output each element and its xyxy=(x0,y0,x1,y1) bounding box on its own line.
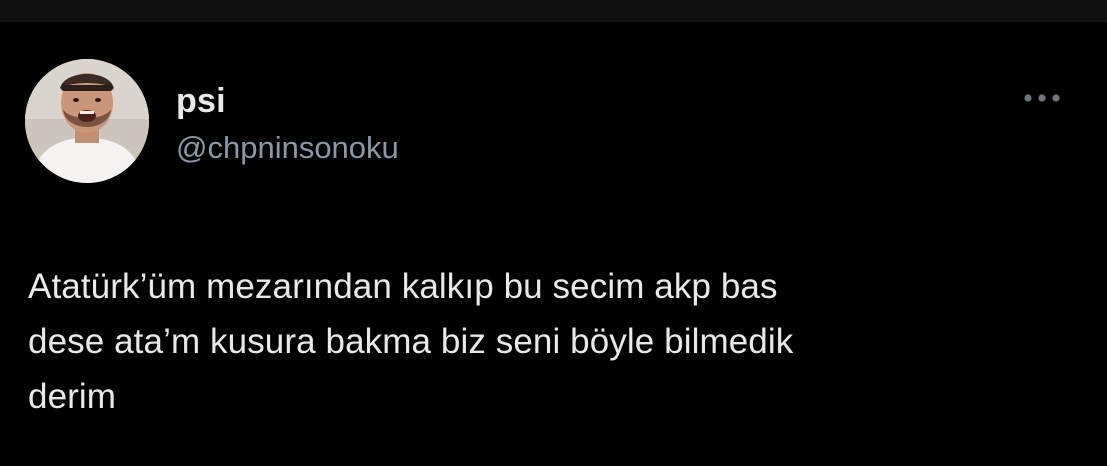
user-handle[interactable]: @chpninsonoku xyxy=(176,128,399,168)
tweet-text-line: Atatürk’üm mezarından kalkıp bu secim ak… xyxy=(28,267,778,306)
tweet-text: Atatürk’üm mezarından kalkıp bu secim ak… xyxy=(28,259,1078,424)
more-options-button[interactable] xyxy=(1014,84,1070,112)
tweet-card: psi @chpninsonoku Atatürk’üm mezarından … xyxy=(0,22,1107,466)
tweet-text-line: derim xyxy=(28,377,117,416)
display-name[interactable]: psi xyxy=(176,81,226,121)
avatar[interactable] xyxy=(25,59,149,183)
more-horizontal-icon xyxy=(1024,94,1060,102)
avatar-photo-icon xyxy=(25,59,149,183)
top-bar xyxy=(0,0,1107,22)
tweet-text-line: dese ata’m kusura bakma biz seni böyle b… xyxy=(28,322,794,361)
